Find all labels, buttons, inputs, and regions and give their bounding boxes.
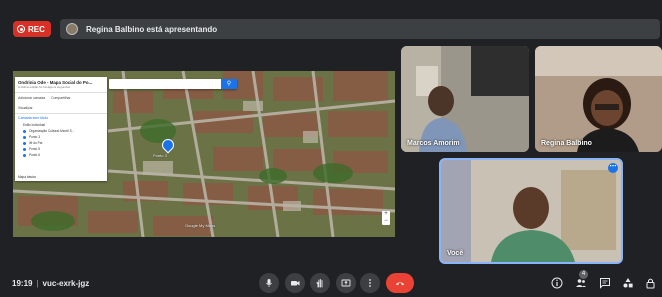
add-layer-button[interactable]: Adicionar camada	[18, 96, 45, 100]
activities-icon	[623, 277, 633, 287]
map-pin-icon	[23, 153, 26, 157]
participant-name: Regina Balbino	[541, 140, 592, 147]
present-screen-button[interactable]	[336, 273, 356, 293]
google-logo: Google My Maps	[185, 223, 216, 228]
recording-badge: REC	[13, 21, 51, 37]
top-bar: REC Regina Balbino está apresentando	[0, 0, 662, 40]
participant-video	[401, 46, 529, 152]
presenting-banner: Regina Balbino está apresentando	[60, 19, 660, 39]
presenter-avatar	[66, 23, 78, 35]
info-icon	[551, 277, 562, 288]
map-subtitle: A última edição foi há alguns segundos	[15, 85, 107, 93]
self-video	[441, 160, 621, 262]
camera-icon	[291, 281, 300, 286]
search-icon[interactable]: ⚲	[221, 79, 237, 89]
zoom-out-button[interactable]: −	[382, 218, 390, 225]
raise-hand-button[interactable]	[310, 273, 330, 293]
meeting-details-button[interactable]	[550, 276, 563, 289]
meeting-info: 19:19 | vuc-exrk-jgz	[12, 279, 90, 288]
map-search-box[interactable]: ⚲	[109, 79, 237, 89]
more-options-button[interactable]	[360, 273, 380, 293]
bottom-bar: 19:19 | vuc-exrk-jgz	[0, 268, 662, 297]
participant-tile-marcos[interactable]: Marcos Amorim	[401, 46, 529, 152]
phone-hangup-icon	[396, 282, 404, 286]
recording-label: REC	[28, 24, 45, 34]
microphone-button[interactable]	[259, 273, 279, 293]
lock-person-icon	[646, 278, 654, 288]
camera-button[interactable]	[285, 273, 305, 293]
map-pin-icon	[23, 141, 26, 145]
map-pin-icon	[23, 129, 26, 133]
participant-tile-self[interactable]: ⋯ Você	[439, 158, 623, 264]
clock-time: 19:19	[12, 279, 33, 288]
map-layers-panel: Ondrinia Ode - Mapa Social do Po... A úl…	[15, 77, 107, 181]
layer-item[interactable]: Ponto 6	[15, 152, 107, 158]
map-actions: Adicionar camada Compartilhar	[15, 93, 107, 103]
chat-button[interactable]	[598, 276, 611, 289]
participant-video	[535, 46, 662, 152]
shared-screen-map[interactable]: Ondrinia Ode - Mapa Social do Po... A úl…	[13, 71, 395, 237]
raise-hand-icon	[316, 279, 323, 288]
zoom-control[interactable]: + −	[382, 211, 390, 225]
meeting-code: vuc-exrk-jgz	[42, 279, 90, 288]
map-pin-icon	[23, 147, 26, 151]
host-controls-button[interactable]	[644, 276, 657, 289]
participant-name: Você	[447, 250, 464, 257]
more-options-icon[interactable]: ⋯	[608, 163, 618, 173]
layer-title[interactable]: Camada sem título	[15, 113, 107, 122]
people-count-badge: 4	[579, 270, 588, 279]
presenting-text: Regina Balbino está apresentando	[86, 24, 218, 34]
present-screen-icon	[341, 279, 351, 287]
record-icon	[17, 25, 25, 33]
zoom-in-button[interactable]: +	[382, 211, 390, 218]
activities-button[interactable]	[621, 276, 634, 289]
map-actions-2: Visualizar	[15, 103, 107, 113]
leave-call-button[interactable]	[386, 273, 414, 293]
preview-button[interactable]: Visualizar	[18, 106, 33, 110]
map-marker-label: Ponto 3	[153, 153, 167, 158]
map-pin-icon	[23, 135, 26, 139]
chat-icon	[599, 277, 610, 289]
microphone-icon	[266, 279, 272, 287]
map-title[interactable]: Ondrinia Ode - Mapa Social do Po...	[15, 77, 107, 85]
participant-tile-regina[interactable]: Regina Balbino	[535, 46, 662, 152]
participant-name: Marcos Amorim	[407, 140, 460, 147]
base-map-toggle[interactable]: Mapa básico	[18, 175, 36, 179]
more-vert-icon	[369, 279, 371, 287]
share-map-button[interactable]: Compartilhar	[51, 96, 70, 100]
